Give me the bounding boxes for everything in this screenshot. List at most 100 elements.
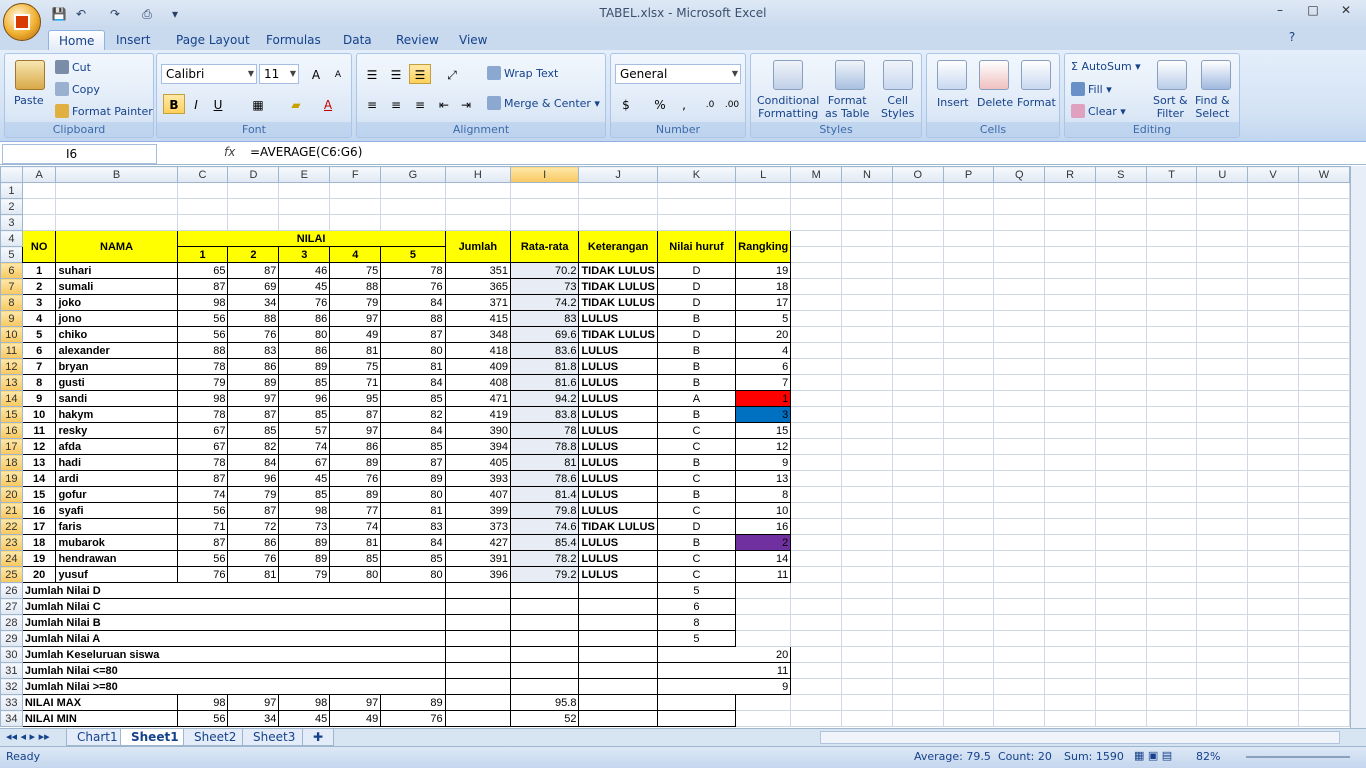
cell[interactable]: 85 [278, 406, 331, 423]
cell[interactable] [1196, 566, 1249, 583]
vertical-scrollbar[interactable] [1350, 166, 1366, 728]
cell[interactable] [444, 630, 511, 647]
cell[interactable] [1196, 630, 1249, 647]
cell[interactable] [1044, 630, 1096, 647]
maximize-button[interactable]: □ [1301, 3, 1325, 21]
cell[interactable] [1297, 214, 1350, 231]
row-header[interactable]: 31 [0, 662, 23, 679]
cell[interactable] [509, 582, 580, 599]
cell[interactable] [380, 198, 446, 215]
cell[interactable]: 87 [227, 262, 280, 279]
cell[interactable]: 5 [656, 630, 737, 647]
cell[interactable]: 84 [380, 294, 446, 311]
cell[interactable]: 391 [444, 550, 511, 567]
cell[interactable]: 8 [735, 486, 792, 503]
cell[interactable]: 76 [227, 326, 280, 343]
cell[interactable]: 16 [21, 502, 57, 519]
cell[interactable] [1196, 646, 1249, 663]
cell[interactable] [1297, 358, 1350, 375]
cell[interactable]: C [656, 550, 737, 567]
cell[interactable] [1094, 694, 1147, 711]
select-all-corner[interactable] [0, 166, 23, 183]
cell[interactable] [942, 694, 995, 711]
cell[interactable] [1145, 630, 1198, 647]
sort-filter-button[interactable]: Sort & Filter [1153, 94, 1188, 120]
row-header[interactable]: 24 [0, 550, 23, 567]
cell[interactable]: Rata-rata [509, 230, 580, 263]
cell[interactable]: 19 [21, 550, 57, 567]
cell[interactable] [1247, 438, 1299, 455]
cell[interactable]: 70.2 [509, 262, 580, 279]
row-header[interactable]: 15 [0, 406, 23, 423]
cell[interactable] [891, 518, 944, 535]
cell[interactable]: 98 [176, 294, 229, 311]
cell[interactable] [1094, 198, 1147, 215]
cell[interactable] [891, 358, 944, 375]
cell[interactable] [380, 214, 446, 231]
cell[interactable]: 75 [329, 262, 382, 279]
cell[interactable] [942, 230, 995, 247]
cell[interactable] [1297, 694, 1350, 711]
cell[interactable]: ardi [55, 470, 178, 487]
cell[interactable] [1196, 390, 1249, 407]
column-header-K[interactable]: K [656, 166, 737, 183]
cell[interactable] [942, 630, 995, 647]
cell[interactable] [790, 630, 843, 647]
cell[interactable] [1145, 710, 1198, 727]
cell[interactable] [1145, 374, 1198, 391]
cell[interactable] [841, 326, 893, 343]
tab-view[interactable]: View [449, 30, 497, 50]
cell[interactable] [1145, 454, 1198, 471]
cell[interactable] [1044, 230, 1096, 247]
cell[interactable]: 371 [444, 294, 511, 311]
cell[interactable] [1196, 358, 1249, 375]
cell[interactable] [1297, 630, 1350, 647]
cell[interactable] [55, 198, 178, 215]
cell[interactable] [444, 614, 511, 631]
cell[interactable]: gusti [55, 374, 178, 391]
column-header-J[interactable]: J [578, 166, 658, 183]
cell[interactable] [1247, 406, 1299, 423]
cell[interactable]: 15 [21, 486, 57, 503]
cell[interactable] [841, 566, 893, 583]
cell[interactable] [1297, 182, 1350, 199]
cell[interactable]: 10 [21, 406, 57, 423]
row-header[interactable]: 32 [0, 678, 23, 695]
cell[interactable] [1044, 518, 1096, 535]
close-button[interactable]: ✕ [1334, 3, 1358, 21]
cell[interactable] [1044, 662, 1096, 679]
cell[interactable] [1297, 278, 1350, 295]
row-header[interactable]: 21 [0, 502, 23, 519]
cut-button[interactable]: Cut [55, 60, 91, 74]
cell[interactable]: 19 [735, 262, 792, 279]
cell[interactable]: 71 [329, 374, 382, 391]
cell[interactable] [1145, 694, 1198, 711]
cell[interactable]: 77 [329, 502, 382, 519]
cell[interactable] [891, 294, 944, 311]
cell[interactable]: 34 [227, 710, 280, 727]
cell[interactable] [1297, 294, 1350, 311]
cell[interactable] [1044, 342, 1096, 359]
format-as-table-button[interactable]: Format as Table [825, 94, 869, 120]
cell[interactable]: 7 [21, 358, 57, 375]
cell[interactable] [1297, 406, 1350, 423]
zoom-slider[interactable] [1246, 756, 1350, 758]
cell[interactable]: 85 [329, 550, 382, 567]
cell[interactable] [891, 262, 944, 279]
cell[interactable]: joko [55, 294, 178, 311]
cell[interactable]: Jumlah [444, 230, 511, 263]
cell[interactable]: 1 [21, 262, 57, 279]
cell[interactable]: 85 [380, 550, 446, 567]
cell[interactable] [993, 550, 1046, 567]
cell[interactable]: 94.2 [509, 390, 580, 407]
cell[interactable]: 427 [444, 534, 511, 551]
cell[interactable]: 67 [278, 454, 331, 471]
autosum-button[interactable]: Σ AutoSum ▾ [1071, 60, 1141, 73]
cell[interactable] [444, 710, 511, 727]
cell[interactable] [1297, 486, 1350, 503]
cell[interactable] [841, 518, 893, 535]
cell[interactable] [578, 662, 658, 679]
cell[interactable] [1247, 582, 1299, 599]
cell[interactable]: 11 [21, 422, 57, 439]
cell[interactable] [993, 214, 1046, 231]
